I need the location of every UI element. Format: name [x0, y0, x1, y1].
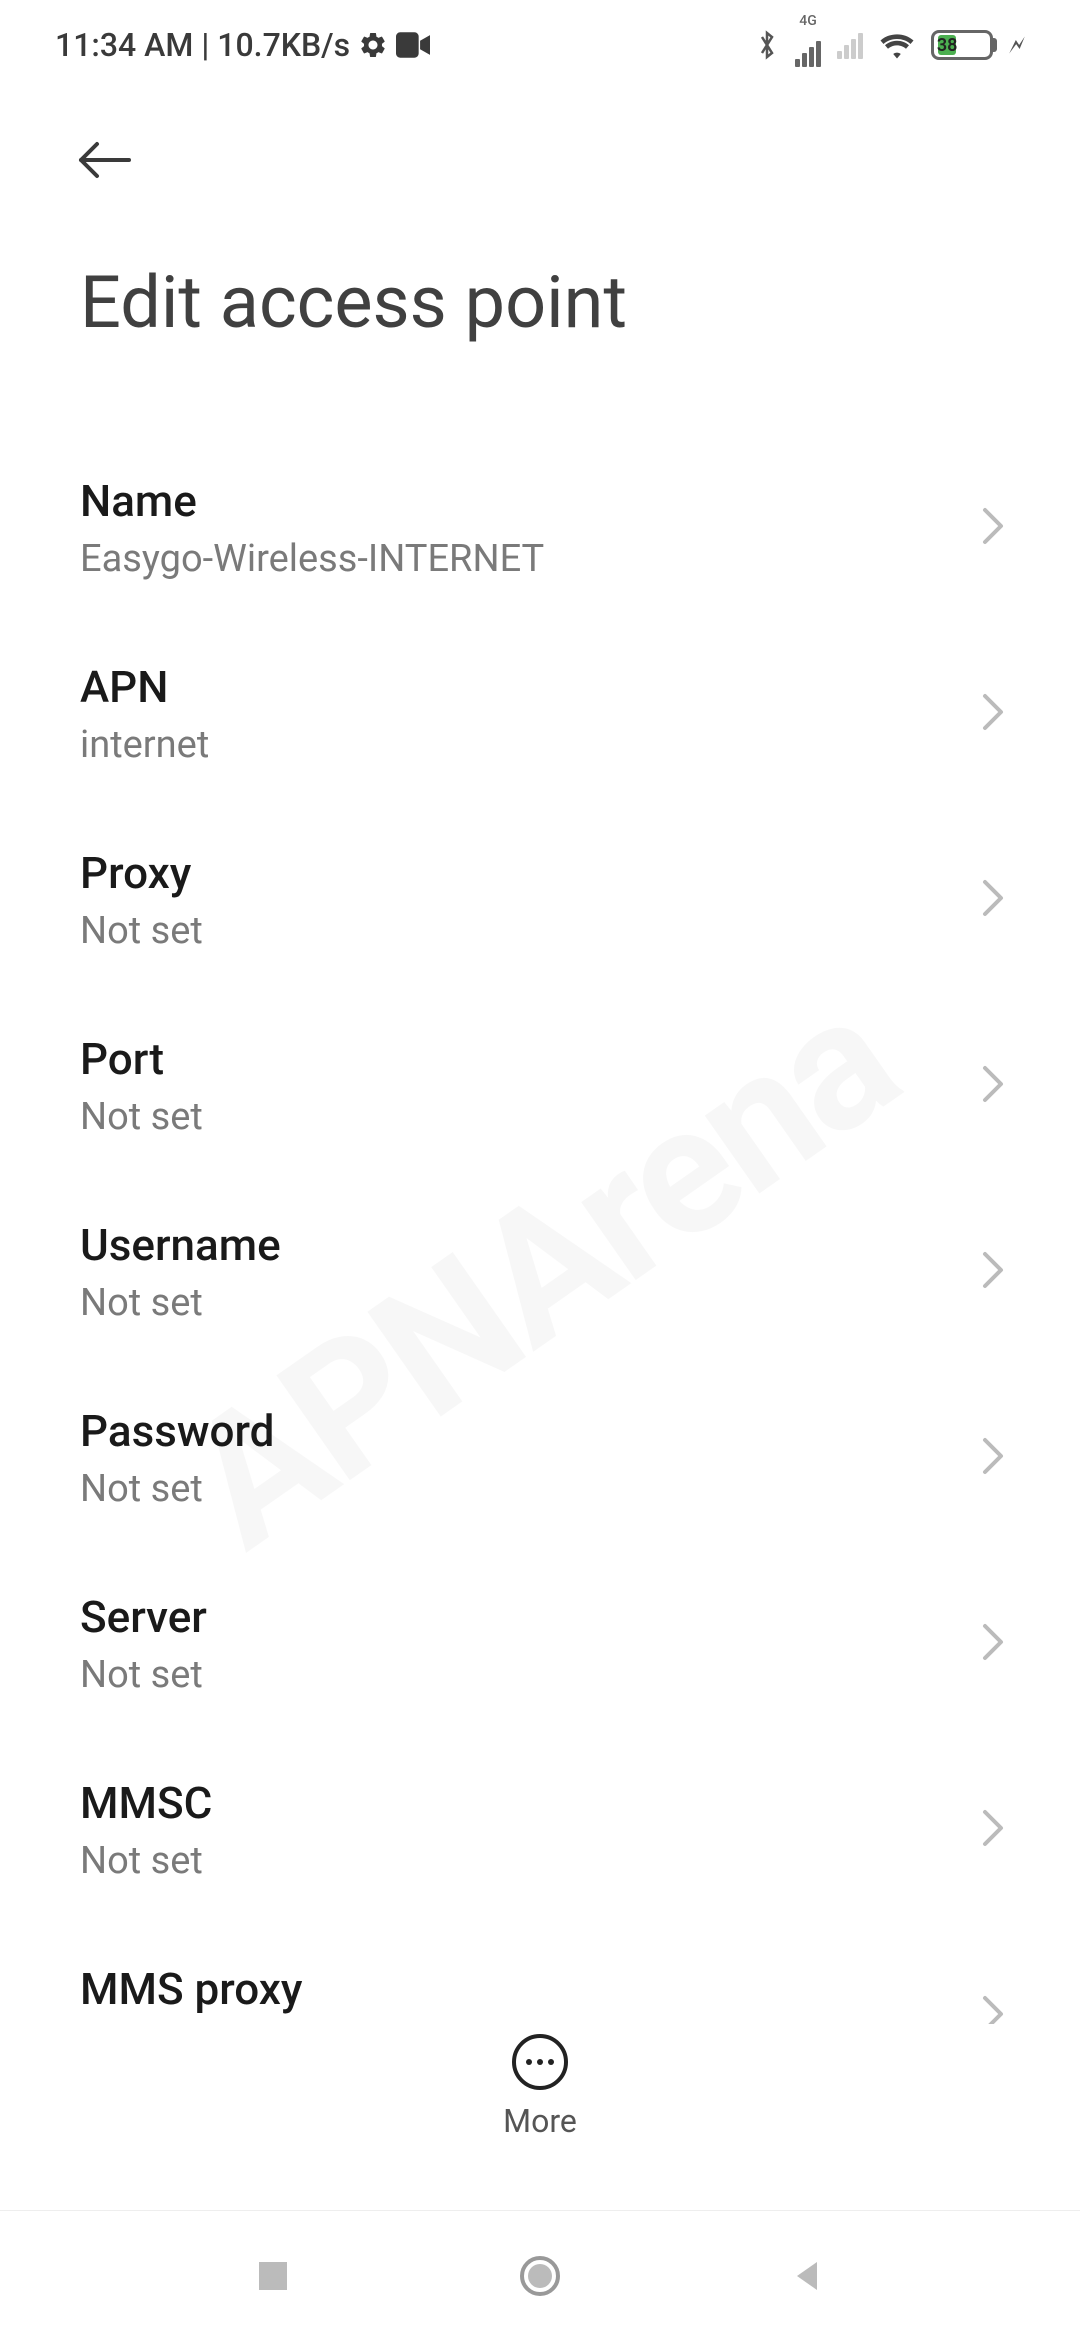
status-time: 11:34 AM	[55, 26, 193, 64]
chevron-right-icon	[981, 692, 1005, 736]
gear-icon	[358, 30, 388, 60]
chevron-right-icon	[981, 1250, 1005, 1294]
chevron-right-icon	[981, 1064, 1005, 1108]
more-button[interactable]: More	[0, 2024, 1080, 2170]
bluetooth-icon	[755, 29, 779, 61]
chevron-right-icon	[981, 1622, 1005, 1666]
charging-icon: 🗲	[1009, 31, 1025, 59]
setting-value: Not set	[80, 1839, 212, 1883]
nav-home-button[interactable]	[510, 2246, 570, 2306]
setting-label: Port	[80, 1033, 203, 1085]
setting-item-server[interactable]: Server Not set	[0, 1551, 1080, 1737]
setting-value: Not set	[80, 1653, 207, 1697]
setting-value: Not set	[80, 909, 203, 953]
status-bar-right: 4G 38 🗲	[755, 23, 1025, 67]
setting-label: Username	[80, 1219, 281, 1271]
status-bar-left: 11:34 AM | 10.7KB/s	[55, 26, 430, 64]
setting-label: MMSC	[80, 1777, 212, 1829]
setting-label: Password	[80, 1405, 274, 1457]
status-separator: |	[201, 26, 209, 64]
setting-item-name[interactable]: Name Easygo-Wireless-INTERNET	[0, 435, 1080, 621]
setting-value: Not set	[80, 1281, 281, 1325]
status-bar: 11:34 AM | 10.7KB/s 4G	[0, 0, 1080, 90]
setting-value: internet	[80, 723, 209, 767]
setting-item-proxy[interactable]: Proxy Not set	[0, 807, 1080, 993]
chevron-right-icon	[981, 1808, 1005, 1852]
setting-value: Not set	[80, 1467, 274, 1511]
wifi-icon	[879, 31, 915, 59]
setting-item-username[interactable]: Username Not set	[0, 1179, 1080, 1365]
nav-recents-button[interactable]	[243, 2246, 303, 2306]
page-title: Edit access point	[75, 260, 1005, 345]
setting-value: Easygo-Wireless-INTERNET	[80, 537, 544, 581]
setting-value: Not set	[80, 1095, 203, 1139]
more-label: More	[503, 2102, 577, 2140]
setting-item-apn[interactable]: APN internet	[0, 621, 1080, 807]
setting-item-password[interactable]: Password Not set	[0, 1365, 1080, 1551]
setting-label: Name	[80, 475, 544, 527]
navigation-bar	[0, 2210, 1080, 2340]
header: Edit access point	[0, 90, 1080, 345]
chevron-right-icon	[981, 878, 1005, 922]
more-icon	[512, 2034, 568, 2090]
status-data-rate: 10.7KB/s	[217, 26, 350, 64]
setting-label: Server	[80, 1591, 207, 1643]
chevron-right-icon	[981, 1436, 1005, 1480]
setting-item-mmsc[interactable]: MMSC Not set	[0, 1737, 1080, 1923]
nav-back-button[interactable]	[777, 2246, 837, 2306]
video-icon	[396, 32, 430, 58]
setting-label: MMS proxy	[80, 1963, 302, 2015]
battery-icon: 38	[931, 30, 993, 60]
settings-list: APNArena Name Easygo-Wireless-INTERNET A…	[0, 435, 1080, 2070]
setting-label: Proxy	[80, 847, 203, 899]
network-type-label: 4G	[795, 23, 821, 67]
setting-label: APN	[80, 661, 209, 713]
back-button[interactable]	[75, 130, 135, 190]
setting-item-port[interactable]: Port Not set	[0, 993, 1080, 1179]
signal-icon-sim1	[795, 39, 821, 67]
signal-icon-sim2	[837, 31, 863, 59]
chevron-right-icon	[981, 506, 1005, 550]
